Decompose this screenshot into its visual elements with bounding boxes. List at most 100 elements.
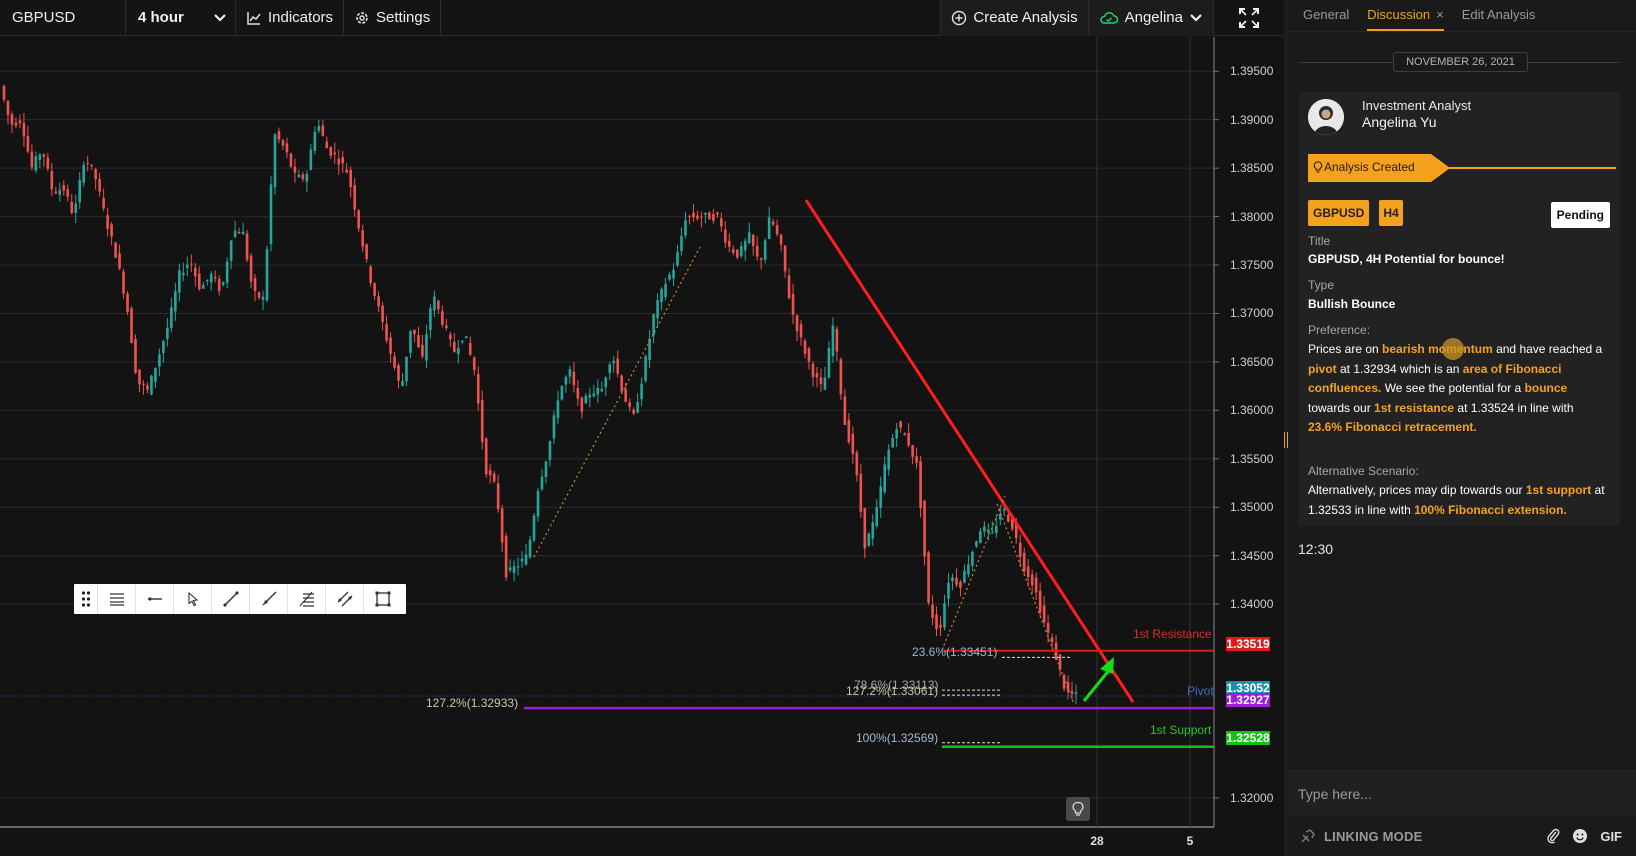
user-label: Angelina (1124, 9, 1183, 26)
channel-tool-button[interactable] (326, 584, 364, 614)
horizontal-ray-button[interactable] (136, 584, 174, 614)
candle-body (839, 359, 843, 395)
candle-body (1070, 691, 1074, 694)
rectangle-tool-button[interactable] (364, 584, 402, 614)
candle-body (221, 282, 225, 285)
candle-body (110, 224, 113, 237)
settings-button[interactable]: Settings (344, 0, 442, 36)
pref-text-1: Prices are on (1308, 342, 1383, 356)
candle-body (273, 134, 277, 188)
candle-body (26, 135, 30, 152)
pref-highlight-2: pivot (1308, 361, 1337, 376)
candle-body (178, 270, 181, 293)
candle-body (811, 363, 815, 378)
lines-tool-button[interactable] (98, 584, 136, 614)
candle-body (393, 356, 396, 368)
close-icon[interactable]: × (1436, 7, 1444, 22)
indicators-button[interactable]: Indicators (236, 0, 345, 36)
pref-text-3: at 1.32934 which is an (1336, 361, 1463, 376)
candle-body (771, 221, 775, 225)
candle-body (612, 360, 616, 364)
message-input[interactable] (1298, 781, 1618, 807)
preference-label: Preference: (1308, 323, 1371, 337)
panel-tabs: General Discussion × Edit Analysis (1288, 0, 1636, 32)
candle-body (321, 125, 325, 136)
chevron-down-icon (213, 13, 227, 23)
gif-button[interactable]: GIF (1600, 829, 1622, 844)
candle-body (712, 214, 715, 221)
candle-body (987, 529, 990, 533)
x-axis-label-28: 28 (1090, 834, 1104, 848)
linking-mode-toggle[interactable]: LINKING MODE (1324, 829, 1422, 844)
pref-highlight-5: 1st resistance (1374, 400, 1455, 415)
candle-body (727, 240, 731, 247)
candle-body (421, 344, 424, 357)
y-tick-label: 1.35000 (1230, 500, 1274, 515)
candle-body (971, 551, 974, 566)
candle-body (174, 291, 177, 312)
ray-tool-button[interactable] (250, 584, 288, 614)
candle-body (457, 347, 460, 355)
cursor-tool-button[interactable] (174, 584, 212, 614)
candle-body (528, 539, 532, 558)
candle-body (520, 558, 524, 562)
candle-body (967, 564, 970, 575)
y-tick-label: 1.36500 (1230, 354, 1274, 369)
chevron-down-icon (1189, 13, 1203, 23)
horizontal-ray-icon (146, 594, 164, 604)
candle-body (580, 397, 584, 412)
tab-general[interactable]: General (1303, 7, 1349, 31)
create-analysis-button[interactable]: Create Analysis (940, 0, 1089, 36)
link-icon (1300, 828, 1316, 844)
candle-body (213, 276, 217, 279)
candle-body (22, 123, 26, 137)
alt-highlight-2: 100% Fibonacci extension. (1414, 502, 1567, 517)
candle-body (217, 278, 221, 292)
candle-body (369, 266, 372, 283)
trend-line-button[interactable] (212, 584, 250, 614)
candle-body (209, 273, 213, 283)
candle-body (337, 158, 341, 165)
drag-handle[interactable] (74, 584, 98, 614)
candle-body (596, 387, 600, 395)
paperclip-icon[interactable] (1546, 828, 1560, 844)
fullscreen-button[interactable] (1214, 0, 1284, 36)
candle-body (823, 377, 827, 390)
candle-body (668, 274, 671, 280)
fib-236-label: 23.6%(1.33451) (912, 645, 998, 659)
candle-body (779, 234, 783, 245)
price-chart[interactable]: 1.39500 1.39000 1.38500 1.38000 1.37500 1.370… (0, 37, 1284, 856)
candle-body (775, 225, 779, 235)
tab-edit-analysis[interactable]: Edit Analysis (1462, 7, 1536, 31)
pref-text-6: at 1.33524 in line with (1454, 400, 1574, 415)
fib-icon (298, 590, 316, 608)
symbol-selector[interactable]: GBPUSD (0, 0, 126, 36)
idea-button[interactable] (1066, 797, 1090, 821)
user-menu[interactable]: Angelina (1088, 0, 1214, 36)
candle-body (349, 169, 353, 188)
tab-discussion[interactable]: Discussion × (1367, 7, 1444, 31)
candle-body (201, 285, 205, 289)
candle-body (476, 373, 480, 404)
candle-body (963, 570, 966, 583)
emoji-icon[interactable] (1572, 828, 1588, 844)
pref-highlight-6: 23.6% Fibonacci retracement. (1308, 420, 1477, 435)
interval-dropdown[interactable]: 4 hour (126, 0, 236, 36)
y-tick-label: 1.37500 (1230, 258, 1274, 272)
candle-body (261, 296, 265, 300)
candle-body (34, 156, 38, 171)
candle-body (664, 284, 667, 297)
gear-icon (354, 10, 370, 26)
candle-body (895, 429, 898, 439)
candle-body (636, 402, 639, 413)
avatar[interactable] (1308, 99, 1344, 135)
candle-body (361, 230, 364, 247)
chart-canvas[interactable] (0, 37, 1284, 856)
candle-body (2, 85, 6, 100)
candle-body (859, 473, 863, 512)
candle-body (6, 100, 10, 115)
candle-body (608, 364, 612, 374)
fib-tool-button[interactable] (288, 584, 326, 614)
candle-body (389, 337, 392, 354)
